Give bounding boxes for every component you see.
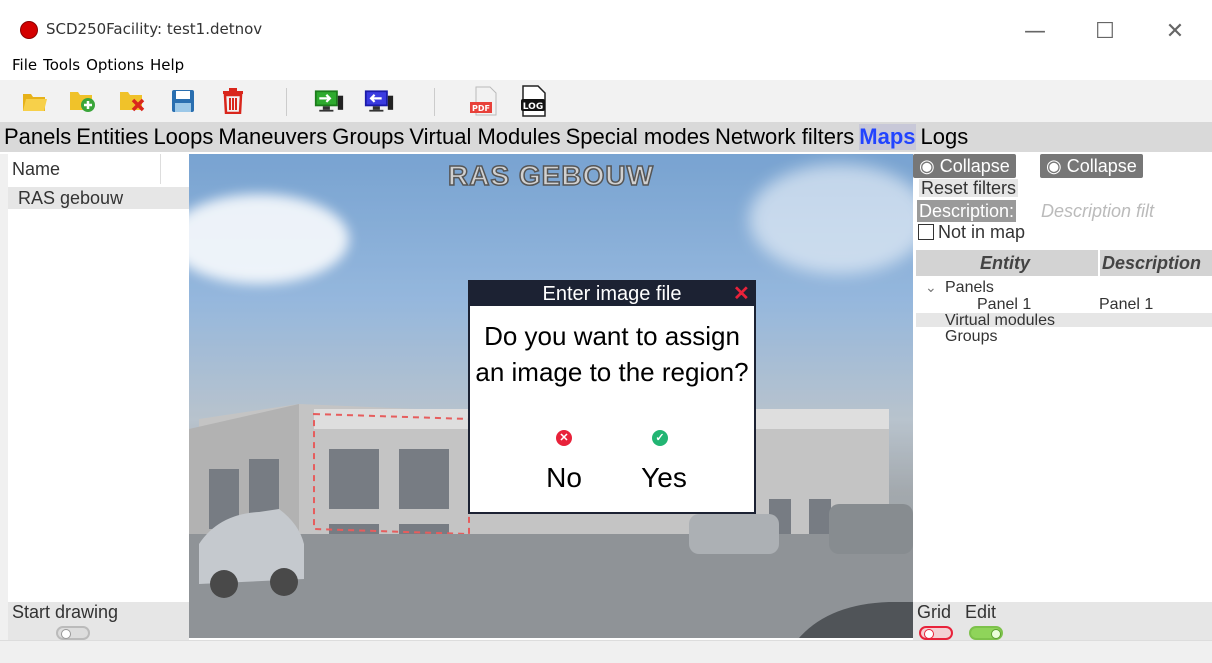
- collapse-label: Collapse: [939, 156, 1010, 176]
- toggle-knob: [61, 629, 71, 639]
- edit-label: Edit: [965, 602, 997, 622]
- not-in-map-checkbox[interactable]: [918, 224, 934, 240]
- tab-maps[interactable]: Maps: [859, 124, 916, 150]
- log-label: LOG: [523, 102, 543, 112]
- tree-node-virtual-modules[interactable]: Virtual modules: [945, 313, 1055, 329]
- menu-tools[interactable]: Tools: [43, 56, 80, 80]
- pdf-label: PDF: [472, 104, 490, 113]
- no-icon[interactable]: ✕: [556, 430, 572, 446]
- tab-network-filters[interactable]: Network filters: [715, 124, 854, 150]
- yes-icon[interactable]: ✓: [652, 430, 668, 446]
- menu-file[interactable]: File: [12, 56, 37, 80]
- yes-button[interactable]: Yes: [628, 462, 700, 494]
- dialog-question: Do you want to assign an image to the re…: [475, 321, 749, 387]
- pin-icon: ◉: [1046, 156, 1062, 176]
- tab-maneuvers[interactable]: Maneuvers: [218, 124, 327, 150]
- toggle-knob: [924, 629, 934, 639]
- tree-node-groups[interactable]: Groups: [945, 329, 997, 345]
- menu-help[interactable]: Help: [150, 56, 184, 80]
- tree-item-panel-1[interactable]: Panel 1: [977, 297, 1031, 313]
- drawing-controls: Start drawing: [8, 602, 189, 640]
- delete-folder-icon[interactable]: [118, 86, 148, 116]
- save-icon[interactable]: [168, 86, 198, 116]
- collapse-button-1[interactable]: ◉ Collapse: [913, 154, 1016, 178]
- toggle-knob: [991, 629, 1001, 639]
- tree-item-panel-1-description: Panel 1: [1099, 296, 1154, 313]
- grid-label: Grid: [917, 602, 952, 622]
- grid-toggle[interactable]: [919, 626, 953, 640]
- toolbar-separator: [434, 88, 435, 116]
- not-in-map-label: Not in map: [938, 222, 1026, 242]
- menu-options[interactable]: Options: [86, 56, 144, 80]
- toolbar: PDF LOG: [0, 80, 1212, 122]
- collapse-label: Collapse: [1066, 156, 1137, 176]
- column-header-name[interactable]: Name: [8, 154, 189, 184]
- tab-entities[interactable]: Entities: [76, 124, 148, 150]
- upload-to-device-icon[interactable]: [314, 86, 344, 116]
- tab-virtual-modules[interactable]: Virtual Modules: [409, 124, 560, 150]
- map-title: RAS GEBOUW: [447, 159, 654, 192]
- tab-panels[interactable]: Panels: [4, 124, 71, 150]
- column-divider[interactable]: [1098, 250, 1100, 276]
- tab-logs[interactable]: Logs: [921, 124, 969, 150]
- collapse-button-2[interactable]: ◉ Collapse: [1040, 154, 1143, 178]
- tab-groups[interactable]: Groups: [332, 124, 404, 150]
- dialog-close-button[interactable]: ✕: [733, 282, 750, 306]
- download-from-device-icon[interactable]: [364, 86, 394, 116]
- list-item[interactable]: RAS gebouw: [8, 187, 189, 209]
- title-bar: SCD250Facility: test1.detnov — ☐ ✕: [0, 0, 1212, 60]
- entity-table-header: Entity Description: [916, 250, 1212, 276]
- no-button[interactable]: No: [532, 462, 596, 494]
- map-list-panel: Name RAS gebouw: [8, 154, 189, 602]
- entity-panel: ◉ Collapse ◉ Collapse Reset filters Desc…: [913, 154, 1212, 602]
- maximize-button[interactable]: ☐: [1082, 14, 1128, 48]
- menu-bar: File Tools Options Help: [0, 56, 184, 80]
- reset-filters-button[interactable]: Reset filters: [919, 179, 1019, 197]
- window-title: SCD250Facility: test1.detnov: [46, 20, 263, 38]
- toolbar-separator: [286, 88, 287, 116]
- tree-node-panels[interactable]: Panels: [945, 280, 994, 296]
- trash-icon[interactable]: [218, 86, 248, 116]
- status-bar: [0, 640, 1212, 663]
- tab-special-modes[interactable]: Special modes: [566, 124, 710, 150]
- start-drawing-label: Start drawing: [12, 602, 119, 622]
- map-toggles: Grid Edit: [913, 602, 1212, 640]
- pin-icon: ◉: [919, 156, 935, 176]
- pdf-icon[interactable]: PDF: [466, 86, 500, 116]
- minimize-button[interactable]: —: [1012, 14, 1058, 48]
- edit-toggle[interactable]: [969, 626, 1003, 640]
- column-header-entity[interactable]: Entity: [980, 250, 1030, 276]
- close-window-button[interactable]: ✕: [1152, 14, 1198, 48]
- tab-loops[interactable]: Loops: [153, 124, 213, 150]
- enter-image-dialog: Enter image file ✕ Do you want to assign…: [468, 280, 756, 514]
- app-logo-icon: [20, 21, 38, 39]
- dialog-title: Enter image file: [470, 282, 754, 306]
- description-filter-input[interactable]: Description filt: [1041, 200, 1154, 222]
- column-divider[interactable]: [160, 154, 161, 184]
- window-edge: [0, 154, 8, 640]
- log-icon[interactable]: LOG: [516, 85, 550, 117]
- new-folder-icon[interactable]: [68, 86, 98, 116]
- chevron-down-icon[interactable]: ⌄: [925, 279, 937, 295]
- open-folder-icon[interactable]: [20, 86, 50, 116]
- column-header-description[interactable]: Description: [1102, 250, 1201, 276]
- tab-bar: Panels Entities Loops Maneuvers Groups V…: [0, 122, 1212, 152]
- start-drawing-toggle[interactable]: [56, 626, 90, 640]
- description-filter-label: Description:: [917, 200, 1017, 222]
